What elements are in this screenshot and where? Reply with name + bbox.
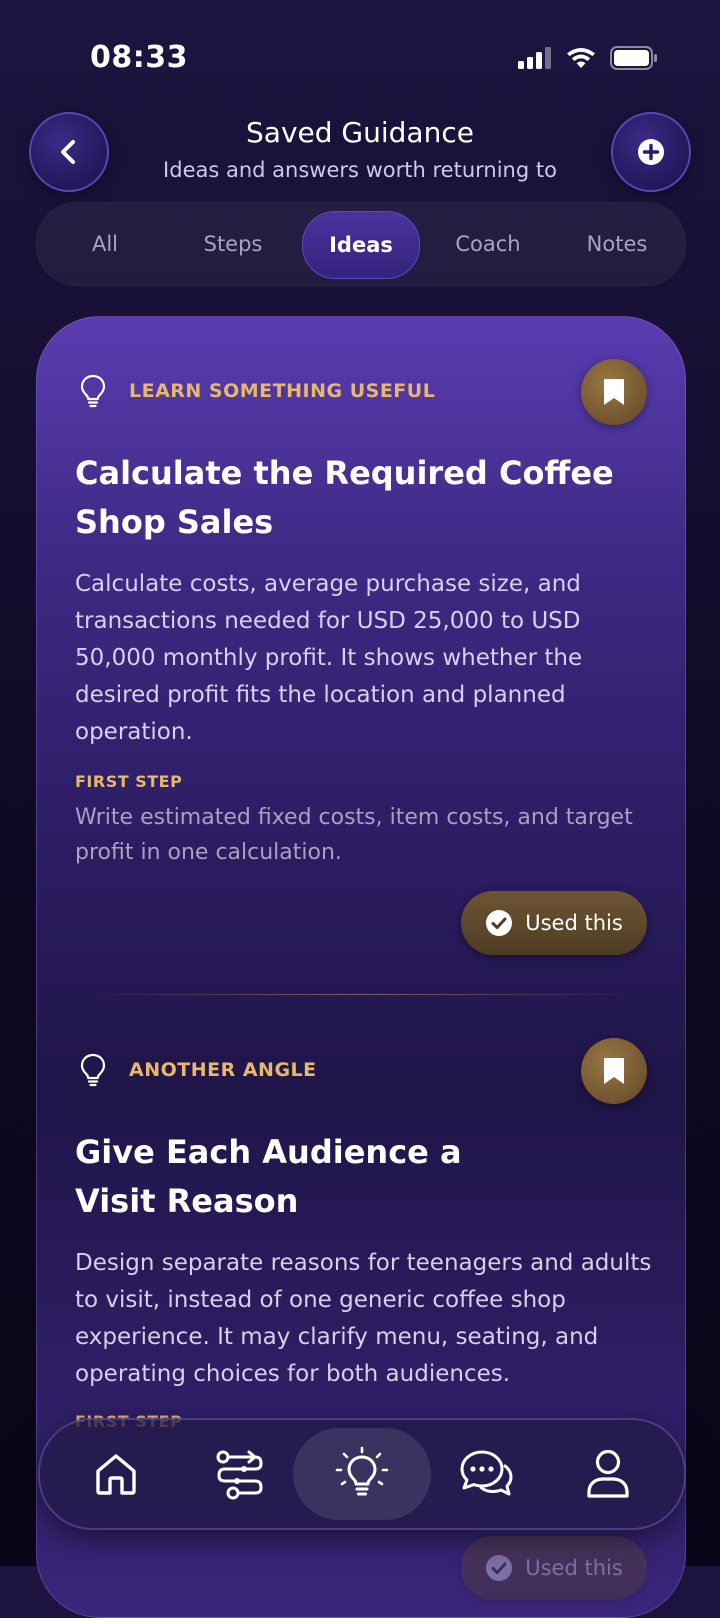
status-icons [518,46,658,70]
tab-ideas[interactable]: Ideas [302,211,420,279]
nav-home[interactable] [70,1428,162,1520]
signal-icon [518,47,551,69]
used-this-button[interactable]: Used this [461,1536,647,1600]
card-body: Calculate costs, average purchase size, … [75,571,583,745]
first-step-label: FIRST STEP [75,772,183,791]
battery-icon [610,46,657,70]
bottom-nav [38,1418,686,1530]
lightbulb-icon [80,374,106,408]
tab-all[interactable]: All [37,203,173,285]
page-header: Saved Guidance Ideas and answers worth r… [0,110,720,192]
path-steps-icon [216,1450,263,1500]
card-eyebrow: LEARN SOMETHING USEFUL [129,380,436,402]
nav-coach[interactable] [440,1428,532,1520]
used-this-button[interactable]: Used this [461,891,647,955]
card-divider [81,994,641,995]
card-title: Give Each Audience a Visit Reason [75,1133,462,1220]
first-step-text: Write estimated fixed costs, item costs,… [75,805,633,865]
bookmark-icon [604,1058,624,1084]
lightbulb-icon [335,1446,389,1496]
tab-steps[interactable]: Steps [169,203,297,285]
bookmark-icon [604,379,624,405]
check-circle-icon [486,910,513,936]
wifi-icon [567,47,595,68]
used-this-label: Used this [525,1556,623,1580]
used-this-label: Used this [525,911,623,935]
nav-profile[interactable] [562,1428,654,1520]
card-title: Calculate the Required Coffee Shop Sales [75,454,614,541]
filter-tabs: All Steps Ideas Coach Notes [36,202,686,286]
tab-notes[interactable]: Notes [553,203,681,285]
profile-icon [587,1449,629,1498]
home-icon [96,1454,136,1495]
lightbulb-icon [80,1053,106,1087]
nav-ideas[interactable] [293,1428,431,1520]
bookmark-button[interactable] [581,1038,647,1104]
status-time: 08:33 [90,40,188,75]
add-button[interactable] [611,112,691,192]
check-circle-icon [486,1555,513,1581]
bookmark-button[interactable] [581,359,647,425]
chat-icon [460,1450,513,1496]
nav-steps[interactable] [193,1428,285,1520]
guidance-item: LEARN SOMETHING USEFUL Calculate the Req… [37,317,685,977]
card-eyebrow: ANOTHER ANGLE [129,1059,317,1081]
tab-coach[interactable]: Coach [423,203,553,285]
card-body: Design separate reasons for teenagers an… [75,1250,652,1387]
plus-circle-icon [638,139,664,165]
status-bar: 08:33 [0,40,720,80]
